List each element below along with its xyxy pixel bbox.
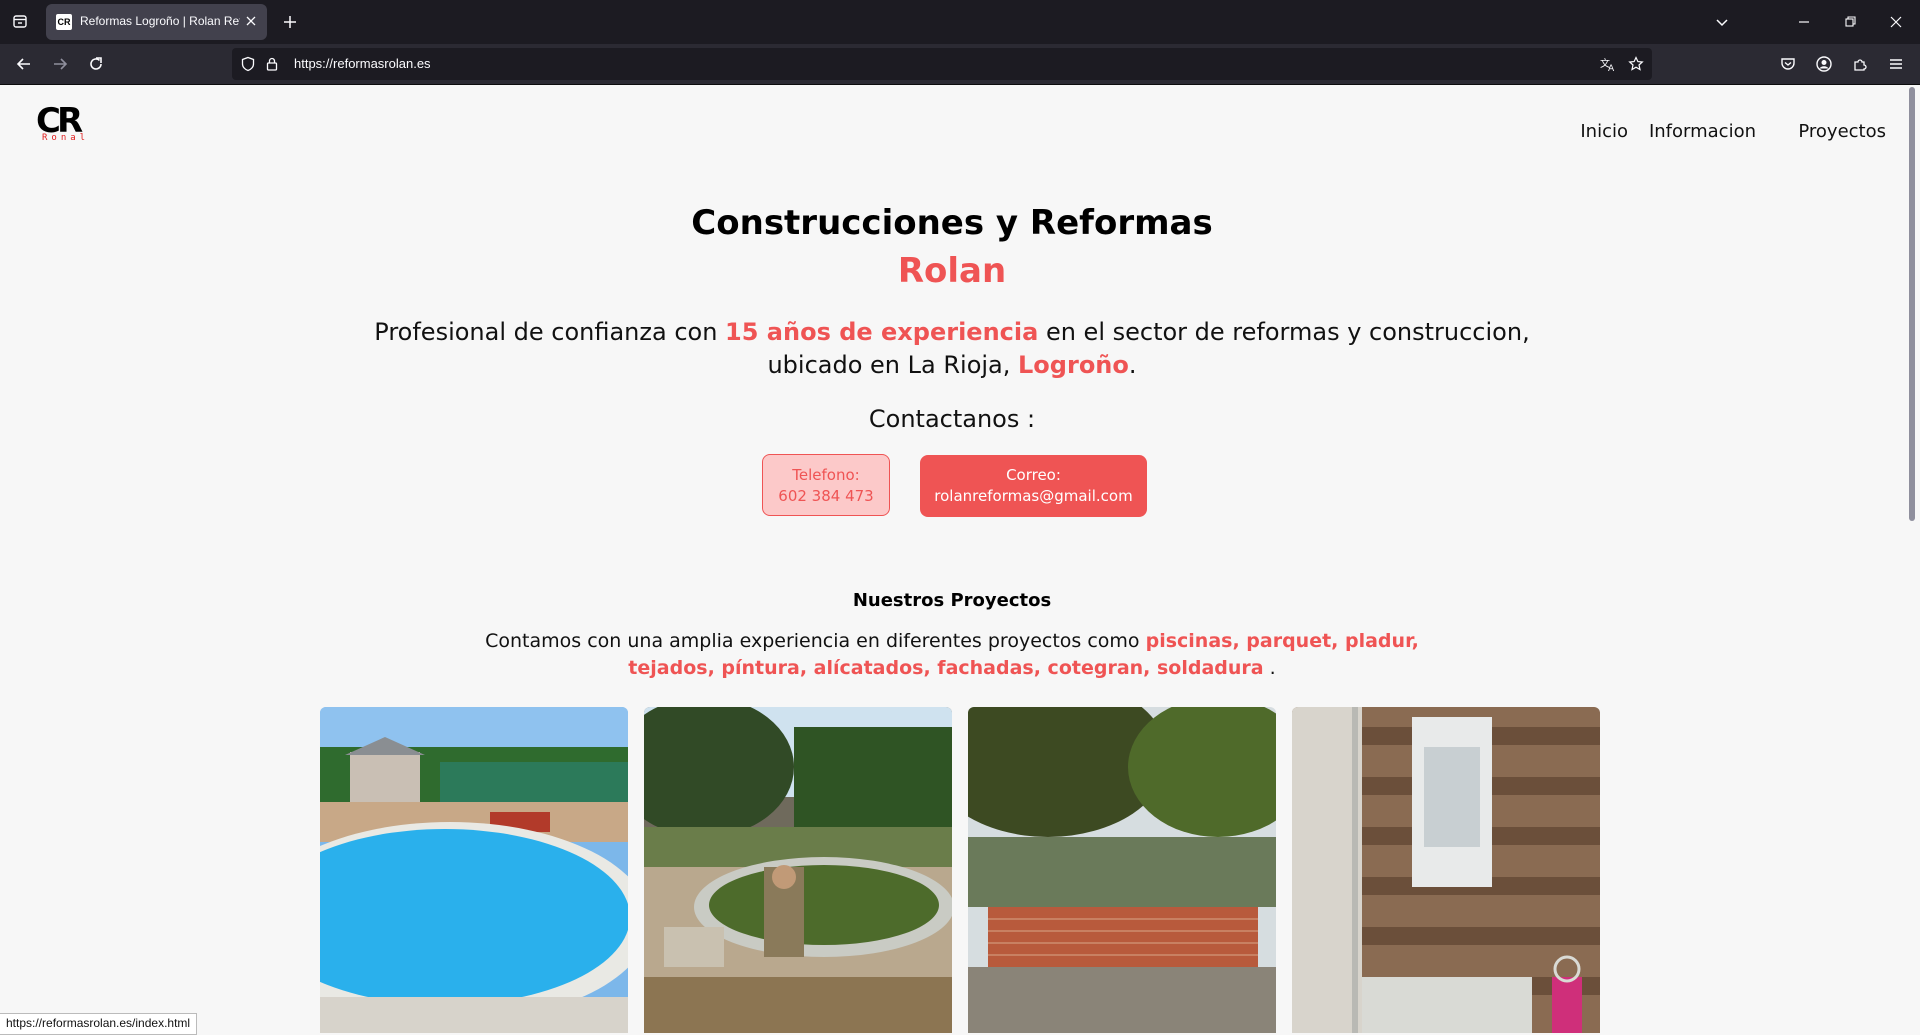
hero-desc-text: Profesional de confianza con bbox=[374, 318, 726, 346]
projects-desc-text: . bbox=[1263, 657, 1276, 679]
projects-title: Nuestros Proyectos bbox=[852, 590, 1052, 611]
contact-title: Contactanos : bbox=[868, 405, 1036, 433]
hero-description: Profesional de confianza con 15 años de … bbox=[360, 316, 1544, 382]
tab-title: Reformas Logroño | Rolan Refo bbox=[80, 14, 240, 28]
hero-desc-location: Logroño bbox=[1018, 351, 1129, 379]
brick-wall-photo[interactable] bbox=[968, 707, 1276, 1033]
status-bar-url: https://reformasrolan.es/index.html bbox=[0, 1013, 198, 1035]
projects-description: Contamos con una amplia experiencia en d… bbox=[480, 628, 1424, 682]
phone-label: Telefono: bbox=[792, 466, 860, 484]
pool-construction-photo[interactable] bbox=[644, 707, 952, 1033]
page-scrollbar[interactable] bbox=[1904, 85, 1920, 1033]
menu-icon[interactable] bbox=[1886, 54, 1906, 74]
site-logo[interactable]: CR Ronal bbox=[36, 103, 96, 147]
shield-icon[interactable] bbox=[240, 56, 256, 72]
url-bar[interactable]: https://reformasrolan.es 文A bbox=[232, 48, 1652, 80]
hero-subtitle: Rolan bbox=[897, 251, 1007, 291]
tab-list-icon[interactable] bbox=[6, 10, 34, 34]
pocket-icon[interactable] bbox=[1778, 54, 1798, 74]
nav-link-inicio[interactable]: Inicio bbox=[1580, 121, 1628, 142]
logo-sub-text: Ronal bbox=[42, 133, 90, 143]
email-button[interactable]: Correo: rolanreformas@gmail.com bbox=[920, 455, 1147, 517]
reload-icon[interactable] bbox=[86, 54, 106, 74]
extensions-icon[interactable] bbox=[1850, 54, 1870, 74]
svg-text:A: A bbox=[1608, 64, 1615, 72]
nav-link-proyectos[interactable]: Proyectos bbox=[1798, 121, 1886, 142]
back-icon[interactable] bbox=[14, 54, 34, 74]
browser-toolbar: https://reformasrolan.es 文A bbox=[0, 44, 1920, 85]
scrollbar-thumb[interactable] bbox=[1909, 87, 1915, 521]
pool-photo[interactable] bbox=[320, 707, 628, 1033]
url-text[interactable]: https://reformasrolan.es bbox=[294, 56, 431, 71]
phone-value: 602 384 473 bbox=[778, 487, 874, 505]
plus-icon[interactable] bbox=[280, 12, 300, 32]
nav-link-informacion[interactable]: Informacion bbox=[1649, 121, 1756, 142]
hero-desc-highlight: 15 años de experiencia bbox=[725, 318, 1039, 346]
chevron-down-icon[interactable] bbox=[1712, 12, 1732, 32]
favicon: CR bbox=[56, 14, 72, 30]
phone-button[interactable]: Telefono: 602 384 473 bbox=[762, 454, 890, 516]
bathroom-photo[interactable] bbox=[1292, 707, 1600, 1033]
lock-icon[interactable] bbox=[264, 56, 280, 72]
forward-icon[interactable] bbox=[50, 54, 70, 74]
star-icon[interactable] bbox=[1628, 56, 1644, 72]
restore-icon[interactable] bbox=[1840, 12, 1860, 32]
close-window-icon[interactable] bbox=[1886, 12, 1906, 32]
close-icon[interactable] bbox=[243, 13, 259, 29]
translate-icon[interactable]: 文A bbox=[1600, 56, 1616, 74]
page-content: CR Ronal Inicio Informacion Proyectos Co… bbox=[0, 85, 1904, 1033]
email-value: rolanreformas@gmail.com bbox=[934, 487, 1133, 505]
browser-tab-bar: CR Reformas Logroño | Rolan Refo bbox=[0, 0, 1920, 44]
email-label: Correo: bbox=[1006, 466, 1061, 484]
browser-tab[interactable]: CR Reformas Logroño | Rolan Refo bbox=[46, 4, 267, 40]
hero-desc-text: . bbox=[1128, 351, 1137, 379]
minimize-icon[interactable] bbox=[1794, 12, 1814, 32]
account-icon[interactable] bbox=[1814, 54, 1834, 74]
hero-title: Construcciones y Reformas bbox=[691, 203, 1213, 243]
projects-desc-text: Contamos con una amplia experiencia en d… bbox=[485, 630, 1146, 652]
